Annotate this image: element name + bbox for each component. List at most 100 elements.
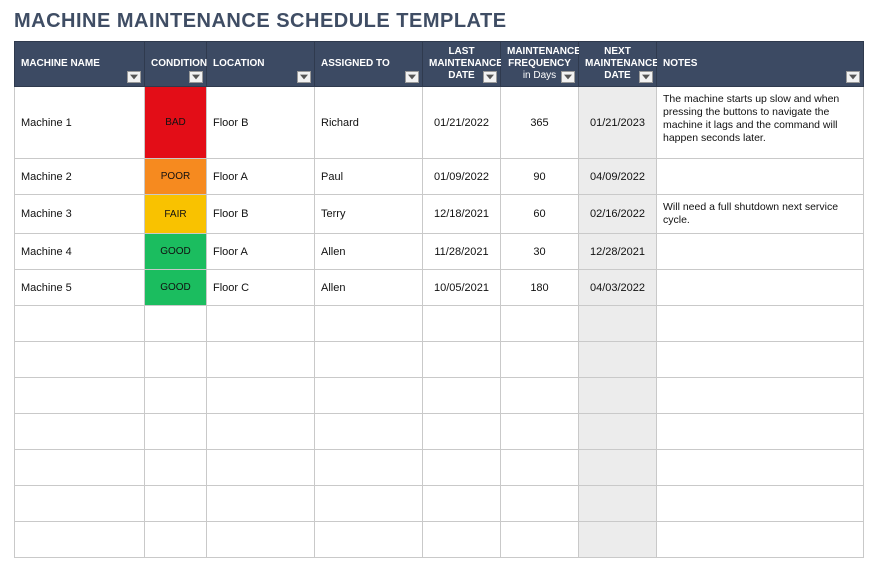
cell-last-maint[interactable]: 10/05/2021	[423, 270, 501, 306]
cell-freq[interactable]	[501, 306, 579, 342]
cell-freq[interactable]: 90	[501, 159, 579, 195]
cell-condition[interactable]	[145, 378, 207, 414]
cell-condition[interactable]	[145, 522, 207, 558]
cell-assigned-to[interactable]	[315, 378, 423, 414]
cell-machine-name[interactable]	[15, 306, 145, 342]
cell-notes[interactable]	[657, 486, 864, 522]
cell-last-maint[interactable]	[423, 450, 501, 486]
cell-next-maint[interactable]	[579, 450, 657, 486]
cell-notes[interactable]	[657, 342, 864, 378]
cell-notes[interactable]	[657, 306, 864, 342]
cell-freq[interactable]: 30	[501, 234, 579, 270]
cell-notes[interactable]	[657, 522, 864, 558]
cell-next-maint[interactable]	[579, 342, 657, 378]
cell-freq[interactable]: 365	[501, 87, 579, 159]
cell-machine-name[interactable]: Machine 4	[15, 234, 145, 270]
cell-machine-name[interactable]	[15, 414, 145, 450]
cell-next-maint[interactable]: 12/28/2021	[579, 234, 657, 270]
cell-freq[interactable]	[501, 522, 579, 558]
cell-assigned-to[interactable]: Allen	[315, 234, 423, 270]
cell-location[interactable]: Floor B	[207, 87, 315, 159]
cell-notes[interactable]: Will need a full shutdown next service c…	[657, 195, 864, 234]
cell-location[interactable]	[207, 486, 315, 522]
cell-location[interactable]	[207, 378, 315, 414]
cell-notes[interactable]	[657, 234, 864, 270]
cell-location[interactable]: Floor C	[207, 270, 315, 306]
cell-assigned-to[interactable]	[315, 486, 423, 522]
cell-assigned-to[interactable]: Paul	[315, 159, 423, 195]
cell-freq[interactable]: 60	[501, 195, 579, 234]
cell-last-maint[interactable]	[423, 414, 501, 450]
cell-notes[interactable]	[657, 378, 864, 414]
cell-last-maint[interactable]: 12/18/2021	[423, 195, 501, 234]
cell-assigned-to[interactable]	[315, 522, 423, 558]
cell-next-maint[interactable]	[579, 306, 657, 342]
cell-freq[interactable]	[501, 342, 579, 378]
cell-machine-name[interactable]	[15, 378, 145, 414]
cell-location[interactable]	[207, 342, 315, 378]
cell-assigned-to[interactable]	[315, 450, 423, 486]
cell-notes[interactable]	[657, 270, 864, 306]
cell-location[interactable]	[207, 450, 315, 486]
cell-location[interactable]: Floor B	[207, 195, 315, 234]
cell-last-maint[interactable]	[423, 486, 501, 522]
cell-condition[interactable]	[145, 306, 207, 342]
filter-dropdown-icon[interactable]	[189, 71, 203, 83]
cell-assigned-to[interactable]	[315, 342, 423, 378]
cell-location[interactable]: Floor A	[207, 159, 315, 195]
cell-condition[interactable]: BAD	[145, 87, 207, 159]
cell-machine-name[interactable]: Machine 5	[15, 270, 145, 306]
cell-condition[interactable]: GOOD	[145, 234, 207, 270]
cell-notes[interactable]	[657, 414, 864, 450]
cell-last-maint[interactable]: 01/21/2022	[423, 87, 501, 159]
filter-dropdown-icon[interactable]	[639, 71, 653, 83]
cell-next-maint[interactable]	[579, 414, 657, 450]
cell-condition[interactable]: GOOD	[145, 270, 207, 306]
cell-notes[interactable]	[657, 159, 864, 195]
cell-next-maint[interactable]: 02/16/2022	[579, 195, 657, 234]
cell-notes[interactable]: The machine starts up slow and when pres…	[657, 87, 864, 159]
cell-machine-name[interactable]	[15, 486, 145, 522]
cell-location[interactable]	[207, 414, 315, 450]
cell-last-maint[interactable]	[423, 306, 501, 342]
cell-last-maint[interactable]: 11/28/2021	[423, 234, 501, 270]
cell-condition[interactable]	[145, 342, 207, 378]
cell-condition[interactable]: POOR	[145, 159, 207, 195]
cell-location[interactable]	[207, 522, 315, 558]
cell-last-maint[interactable]: 01/09/2022	[423, 159, 501, 195]
cell-notes[interactable]	[657, 450, 864, 486]
cell-location[interactable]: Floor A	[207, 234, 315, 270]
cell-machine-name[interactable]: Machine 3	[15, 195, 145, 234]
filter-dropdown-icon[interactable]	[483, 71, 497, 83]
cell-next-maint[interactable]: 04/03/2022	[579, 270, 657, 306]
filter-dropdown-icon[interactable]	[127, 71, 141, 83]
filter-dropdown-icon[interactable]	[405, 71, 419, 83]
cell-assigned-to[interactable]	[315, 306, 423, 342]
cell-last-maint[interactable]	[423, 522, 501, 558]
cell-condition[interactable]	[145, 450, 207, 486]
cell-assigned-to[interactable]	[315, 414, 423, 450]
cell-machine-name[interactable]	[15, 450, 145, 486]
cell-freq[interactable]	[501, 486, 579, 522]
cell-last-maint[interactable]	[423, 378, 501, 414]
cell-next-maint[interactable]	[579, 522, 657, 558]
cell-assigned-to[interactable]: Allen	[315, 270, 423, 306]
cell-location[interactable]	[207, 306, 315, 342]
cell-next-maint[interactable]	[579, 378, 657, 414]
filter-dropdown-icon[interactable]	[561, 71, 575, 83]
cell-next-maint[interactable]: 01/21/2023	[579, 87, 657, 159]
cell-machine-name[interactable]: Machine 1	[15, 87, 145, 159]
cell-condition[interactable]	[145, 414, 207, 450]
cell-machine-name[interactable]	[15, 342, 145, 378]
filter-dropdown-icon[interactable]	[846, 71, 860, 83]
cell-freq[interactable]: 180	[501, 270, 579, 306]
cell-machine-name[interactable]	[15, 522, 145, 558]
cell-assigned-to[interactable]: Richard	[315, 87, 423, 159]
filter-dropdown-icon[interactable]	[297, 71, 311, 83]
cell-freq[interactable]	[501, 414, 579, 450]
cell-condition[interactable]: FAIR	[145, 195, 207, 234]
cell-machine-name[interactable]: Machine 2	[15, 159, 145, 195]
cell-freq[interactable]	[501, 378, 579, 414]
cell-last-maint[interactable]	[423, 342, 501, 378]
cell-next-maint[interactable]	[579, 486, 657, 522]
